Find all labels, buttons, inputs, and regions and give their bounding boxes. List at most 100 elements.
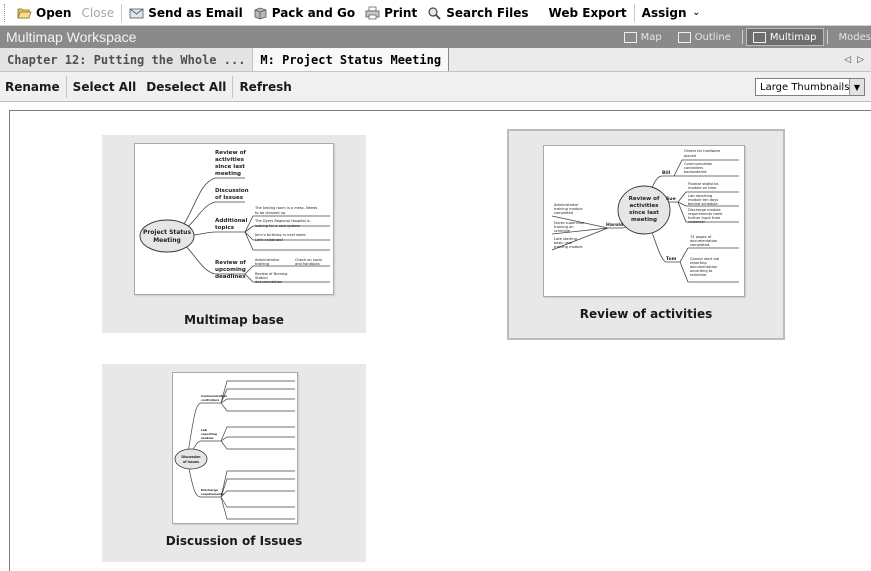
select-all-button[interactable]: Select All (68, 76, 142, 98)
note-text: behind schedule (688, 202, 718, 206)
center-topic-line: Discussion (181, 455, 201, 459)
command-bar: Rename Select All Deselect All Refresh L… (0, 72, 871, 102)
send-as-email-label: Send as Email (148, 5, 243, 20)
note-text: backordered (684, 170, 706, 174)
branch-label: Bill (662, 170, 671, 176)
branch-label: since last (215, 164, 245, 170)
note-text: completed. (690, 243, 710, 247)
thumbnail-size-select[interactable]: Large Thumbnails ▼ (755, 78, 865, 96)
toolbar-grip[interactable] (4, 3, 8, 22)
outline-view-label: Outline (694, 31, 731, 43)
note-text: module on time (688, 186, 717, 190)
view-separator (741, 30, 743, 44)
print-button[interactable]: Print (360, 2, 422, 24)
deselect-all-button[interactable]: Deselect All (141, 76, 231, 98)
note-text: training (255, 262, 269, 266)
tab-scroll-controls: ◁ ▷ (841, 48, 871, 71)
note-text: documentation (255, 280, 282, 284)
command-separator (65, 75, 67, 98)
note-text: schedule (554, 229, 571, 233)
chevron-down-icon[interactable]: ▼ (849, 79, 864, 95)
branch-label: Sue (666, 196, 676, 202)
branch-label: requirements (201, 492, 224, 496)
note-text: The testing room is a mess. Needs (254, 206, 317, 210)
command-separator (232, 75, 234, 98)
map-preview-image: Discussion of Issues Communication contr… (172, 372, 298, 524)
multimap-view-label: Multimap (769, 31, 817, 43)
multimap-thumbnail-area: Project Status Meeting Review of activit… (9, 110, 871, 571)
web-export-label: Web Export (548, 5, 627, 20)
send-as-email-button[interactable]: Send as Email (124, 2, 248, 24)
map-view-button[interactable]: Map (616, 27, 670, 47)
map-icon (623, 31, 637, 43)
search-files-button[interactable]: Search Files (422, 2, 533, 24)
note-text: completed (554, 211, 573, 215)
branch-label: deadlines (215, 274, 246, 280)
thumbnail-caption: Discussion of Issues (165, 534, 303, 548)
scroll-right-icon[interactable]: ▷ (857, 55, 864, 65)
thumbnail-review-of-activities[interactable]: Review of activities since last meeting … (507, 129, 785, 340)
note-text: to be cleaned up (255, 211, 286, 215)
branch-label: Review of (215, 150, 246, 156)
branch-label: module (201, 436, 214, 440)
chevron-down-icon: ⌄ (692, 7, 701, 18)
center-topic-line: Review of (629, 196, 660, 202)
branch-label: of Issues (215, 195, 244, 201)
thumbnail-discussion-of-issues[interactable]: Discussion of Issues Communication contr… (102, 364, 366, 562)
pack-and-go-button[interactable]: Pack and Go (248, 2, 360, 24)
map-view-label: Map (640, 31, 662, 43)
note-text: Orders for hardware (684, 149, 721, 153)
branch-label: Tom (666, 256, 677, 262)
note-text: Jenn's birthday is next week. (254, 233, 307, 237)
open-button[interactable]: Open (12, 2, 76, 24)
pack-and-go-label: Pack and Go (271, 5, 356, 20)
view-separator (826, 30, 828, 44)
outline-view-button[interactable]: Outline (670, 27, 739, 47)
branch-label: upcoming (215, 267, 246, 273)
tab-project-status-meeting[interactable]: M: Project Status Meeting (253, 48, 450, 71)
note-text: placed (684, 154, 696, 158)
map-preview-image: Project Status Meeting Review of activit… (134, 143, 334, 295)
modes-view-label: Modes (838, 31, 871, 43)
toolbar-separator (121, 3, 123, 22)
center-topic-line: Meeting (153, 237, 181, 244)
package-icon (253, 6, 268, 20)
close-button[interactable]: Close (76, 2, 119, 24)
branch-label: Discussion (215, 188, 249, 194)
tab-chapter-12[interactable]: Chapter 12: Putting the Whole ... (0, 48, 254, 71)
thumbnail-size-value: Large Thumbnails (760, 81, 849, 93)
note-text: looking for a new system (255, 224, 301, 228)
assign-button[interactable]: Assign ⌄ (637, 2, 705, 24)
thumbnail-caption: Review of activities (579, 307, 713, 321)
center-topic-line: of Issues (183, 460, 199, 464)
outline-icon (677, 31, 691, 43)
modes-view-button[interactable]: Modes (831, 27, 871, 47)
center-topic-line: Project Status (143, 229, 191, 236)
multimap-view-button[interactable]: Multimap (745, 28, 824, 46)
tab-label: Chapter 12: Putting the Whole ... (7, 52, 246, 67)
search-icon (427, 6, 442, 20)
scroll-left-icon[interactable]: ◁ (844, 55, 851, 65)
search-files-label: Search Files (446, 5, 529, 20)
open-label: Open (36, 5, 72, 20)
branch-label: activities (215, 157, 245, 163)
note-text: customer (688, 220, 705, 224)
branch-label: Harold (606, 222, 623, 228)
note-text: schedule. (690, 273, 707, 277)
note-text: and handouts (295, 262, 320, 266)
note-text: training module (554, 245, 583, 249)
web-export-button[interactable]: Web Export (544, 2, 632, 24)
thumbnail-multimap-base[interactable]: Project Status Meeting Review of activit… (102, 135, 366, 333)
workspace-title: Multimap Workspace (6, 29, 137, 45)
rename-button[interactable]: Rename (0, 76, 65, 98)
print-label: Print (384, 5, 418, 20)
refresh-button[interactable]: Refresh (234, 76, 296, 98)
branch-label: meeting (215, 171, 241, 177)
main-toolbar: Open Close Send as Email Pack and Go Pri… (0, 0, 871, 26)
branch-label: topics (215, 225, 235, 231)
assign-label: Assign (641, 5, 687, 20)
center-topic-line: since last (629, 210, 659, 216)
toolbar-separator (633, 3, 635, 22)
branch-label: Additional (215, 218, 247, 224)
document-tab-bar: Chapter 12: Putting the Whole ... M: Pro… (0, 48, 871, 72)
